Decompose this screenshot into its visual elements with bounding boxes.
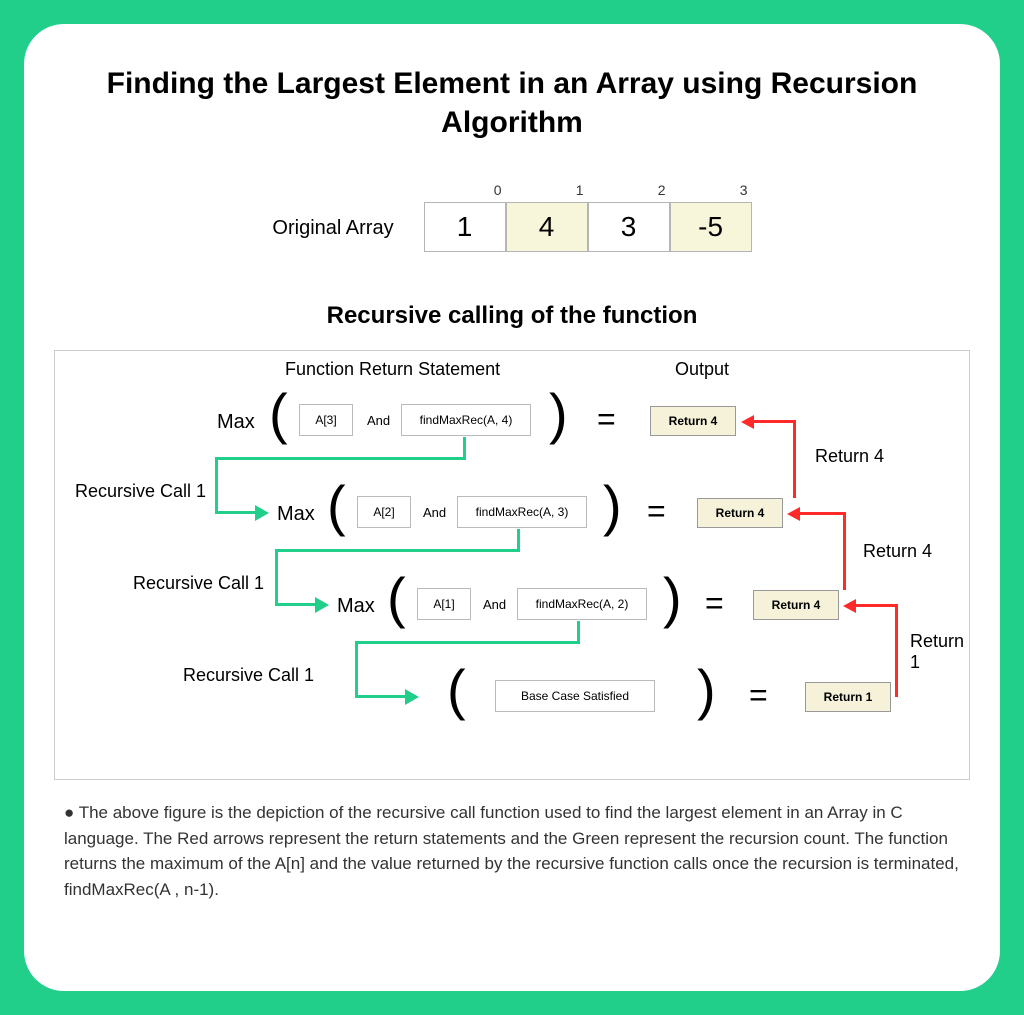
max-label: Max xyxy=(217,411,255,434)
array-cell-0: 0 1 xyxy=(424,182,506,252)
header-output: Output xyxy=(675,359,729,380)
red-arrow xyxy=(895,604,898,697)
equals: = xyxy=(647,493,666,530)
green-arrow xyxy=(275,549,278,605)
array-cell-2: 2 3 xyxy=(588,182,670,252)
green-arrow xyxy=(355,641,580,644)
red-arrowhead-icon xyxy=(787,507,800,521)
recursive-call-label: Recursive Call 1 xyxy=(183,665,314,686)
func-chip: findMaxRec(A, 3) xyxy=(457,496,587,528)
green-arrow xyxy=(215,457,218,513)
array-cells: 0 1 1 4 2 3 3 -5 xyxy=(424,182,752,252)
and-label: And xyxy=(367,413,390,428)
and-label: And xyxy=(483,597,506,612)
return-label: Return 4 xyxy=(863,541,932,562)
red-arrow xyxy=(799,512,845,515)
green-arrowhead-icon xyxy=(255,505,269,521)
recursion-diagram: Function Return Statement Output Max ( A… xyxy=(54,350,970,780)
output-chip: Return 4 xyxy=(650,406,736,436)
subtitle: Recursive calling of the function xyxy=(54,302,970,330)
paren-close: ) xyxy=(603,473,622,538)
red-arrowhead-icon xyxy=(843,599,856,613)
red-arrow xyxy=(793,420,796,498)
paren-open: ( xyxy=(269,381,288,446)
green-arrow xyxy=(355,641,358,697)
green-arrow xyxy=(517,529,520,551)
paren-close: ) xyxy=(549,381,568,446)
red-arrow xyxy=(843,512,846,590)
arg-chip: A[1] xyxy=(417,588,471,620)
func-chip: findMaxRec(A, 4) xyxy=(401,404,531,436)
red-arrow xyxy=(753,420,795,423)
green-arrow xyxy=(275,603,317,606)
green-arrow xyxy=(355,695,407,698)
max-label: Max xyxy=(337,595,375,618)
array-value: 4 xyxy=(506,202,588,252)
equals: = xyxy=(749,677,768,714)
green-arrow xyxy=(577,621,580,643)
paren-close: ) xyxy=(697,657,716,722)
card: Finding the Largest Element in an Array … xyxy=(24,24,1000,991)
output-chip: Return 4 xyxy=(753,590,839,620)
array-index: 3 xyxy=(740,182,748,198)
green-arrow xyxy=(215,457,466,460)
arg-chip: A[2] xyxy=(357,496,411,528)
equals: = xyxy=(597,401,616,438)
array-cell-3: 3 -5 xyxy=(670,182,752,252)
array-index: 1 xyxy=(576,182,584,198)
red-arrow xyxy=(855,604,897,607)
array-cell-1: 1 4 xyxy=(506,182,588,252)
green-arrowhead-icon xyxy=(315,597,329,613)
recursive-call-label: Recursive Call 1 xyxy=(75,481,206,502)
paren-open: ( xyxy=(327,473,346,538)
return-label: Return 1 xyxy=(910,631,969,673)
output-chip: Return 1 xyxy=(805,682,891,712)
green-arrow xyxy=(215,511,257,514)
return-label: Return 4 xyxy=(815,446,884,467)
array-value: -5 xyxy=(670,202,752,252)
green-arrowhead-icon xyxy=(405,689,419,705)
and-label: And xyxy=(423,505,446,520)
red-arrowhead-icon xyxy=(741,415,754,429)
arg-chip: A[3] xyxy=(299,404,353,436)
explanation-text: The above figure is the depiction of the… xyxy=(54,800,970,902)
max-label: Max xyxy=(277,503,315,526)
equals: = xyxy=(705,585,724,622)
page-title: Finding the Largest Element in an Array … xyxy=(54,64,970,142)
green-arrow xyxy=(463,437,466,459)
array-value: 1 xyxy=(424,202,506,252)
paren-open: ( xyxy=(387,565,406,630)
original-array-section: Original Array 0 1 1 4 2 3 3 -5 xyxy=(54,182,970,252)
header-func: Function Return Statement xyxy=(285,359,500,380)
array-label: Original Array xyxy=(272,217,393,240)
array-index: 0 xyxy=(494,182,502,198)
green-arrow xyxy=(275,549,520,552)
paren-open: ( xyxy=(447,657,466,722)
array-value: 3 xyxy=(588,202,670,252)
base-chip: Base Case Satisfied xyxy=(495,680,655,712)
paren-close: ) xyxy=(663,565,682,630)
array-index: 2 xyxy=(658,182,666,198)
output-chip: Return 4 xyxy=(697,498,783,528)
func-chip: findMaxRec(A, 2) xyxy=(517,588,647,620)
recursive-call-label: Recursive Call 1 xyxy=(133,573,264,594)
